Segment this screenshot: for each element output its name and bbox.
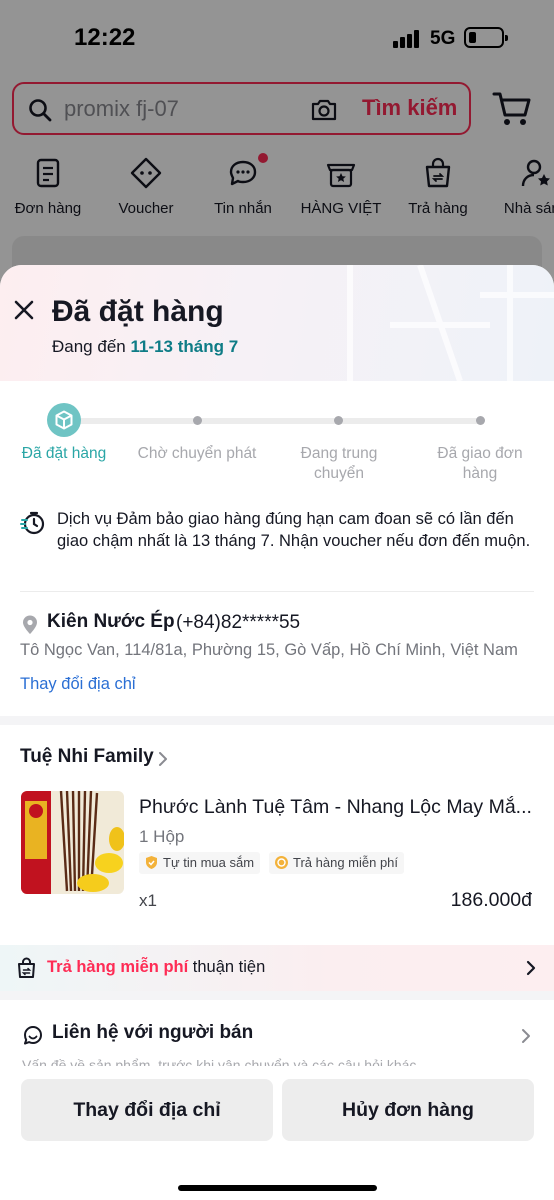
product-image <box>21 791 124 894</box>
action-footer: Thay đổi địa chỉ Hủy đơn hàng <box>0 1066 554 1200</box>
location-pin-icon <box>23 615 37 634</box>
chevron-right-icon <box>526 960 536 976</box>
close-icon[interactable] <box>13 299 35 321</box>
tag-shop-confidence-label: Tự tin mua sắm <box>163 855 255 870</box>
chevron-right-icon[interactable] <box>521 1028 531 1044</box>
step-label-delivered: Đã giao đơn hàng <box>437 445 523 482</box>
tag-shop-confidence: Tự tin mua sắm <box>139 852 261 874</box>
tag-free-return: Trả hàng miễn phí <box>269 852 405 874</box>
product-variant: 1 Hộp <box>139 827 185 846</box>
step-node-4 <box>476 416 485 425</box>
guarantee-text: Dịch vụ Đảm bảo giao hàng đúng hạn cam đ… <box>57 510 531 550</box>
header-pattern <box>347 265 554 381</box>
step-label-in-transit: Đang trung chuyển <box>300 445 378 482</box>
shield-icon <box>146 856 157 869</box>
chevron-right-icon[interactable] <box>158 752 168 766</box>
step-active-marker <box>47 403 81 437</box>
divider <box>20 591 534 592</box>
delivery-guarantee-notice: Dịch vụ Đảm bảo giao hàng đúng hạn cam đ… <box>20 508 535 552</box>
free-return-rest: thuận tiện <box>188 958 266 976</box>
timer-icon <box>20 511 45 535</box>
free-return-banner[interactable]: Trả hàng miễn phí thuận tiện <box>0 945 554 991</box>
free-return-text: Trả hàng miễn phí thuận tiện <box>47 958 265 977</box>
recipient-name: Kiên Nước Ép <box>47 611 175 632</box>
step-node-3 <box>334 416 343 425</box>
progress-track <box>64 418 484 424</box>
address-line: Tô Ngọc Van, 114/81a, Phường 15, Gò Vấp,… <box>20 641 518 659</box>
section-gap <box>0 716 554 725</box>
sheet-header: Đã đặt hàng Đang đến 11-13 tháng 7 <box>0 265 554 381</box>
step-label-ordered: Đã đặt hàng <box>21 445 107 462</box>
section-gap <box>0 991 554 1000</box>
home-indicator <box>178 1185 377 1191</box>
tag-free-return-label: Trả hàng miễn phí <box>293 855 399 870</box>
contact-seller-subtitle: Vấn đề về sản phẩm, trước khi vận chuyển… <box>22 1057 417 1066</box>
product-thumbnail[interactable] <box>21 791 124 894</box>
step-node-2 <box>193 416 202 425</box>
recipient-phone: (+84)82*****55 <box>176 612 301 633</box>
change-address-link[interactable]: Thay đổi địa chỉ <box>20 675 136 694</box>
package-icon <box>55 410 73 430</box>
eta-dates: 11-13 tháng 7 <box>130 337 239 356</box>
delivery-eta: Đang đến 11-13 tháng 7 <box>52 337 238 357</box>
order-status-title: Đã đặt hàng <box>52 295 224 328</box>
change-address-button[interactable]: Thay đổi địa chỉ <box>21 1079 273 1141</box>
return-bag-icon <box>18 957 35 978</box>
cancel-order-button[interactable]: Hủy đơn hàng <box>282 1079 534 1141</box>
order-detail-sheet: Đã đặt hàng Đang đến 11-13 tháng 7 Đã đặ… <box>0 265 554 1200</box>
product-price: 186.000đ <box>450 889 532 911</box>
step-label-awaiting-shipment: Chờ chuyển phát <box>137 445 257 462</box>
free-return-highlight: Trả hàng miễn phí <box>47 958 189 976</box>
chat-bubble-icon <box>24 1026 42 1045</box>
contact-seller-label: Liên hệ với người bán <box>52 1022 254 1043</box>
product-name[interactable]: Phước Lành Tuệ Tâm - Nhang Lộc May Mắ... <box>139 796 532 819</box>
free-return-badge-icon <box>275 856 288 869</box>
eta-prefix: Đang đến <box>52 337 126 356</box>
shop-name[interactable]: Tuệ Nhi Family <box>20 746 154 768</box>
product-quantity: x1 <box>139 891 157 910</box>
